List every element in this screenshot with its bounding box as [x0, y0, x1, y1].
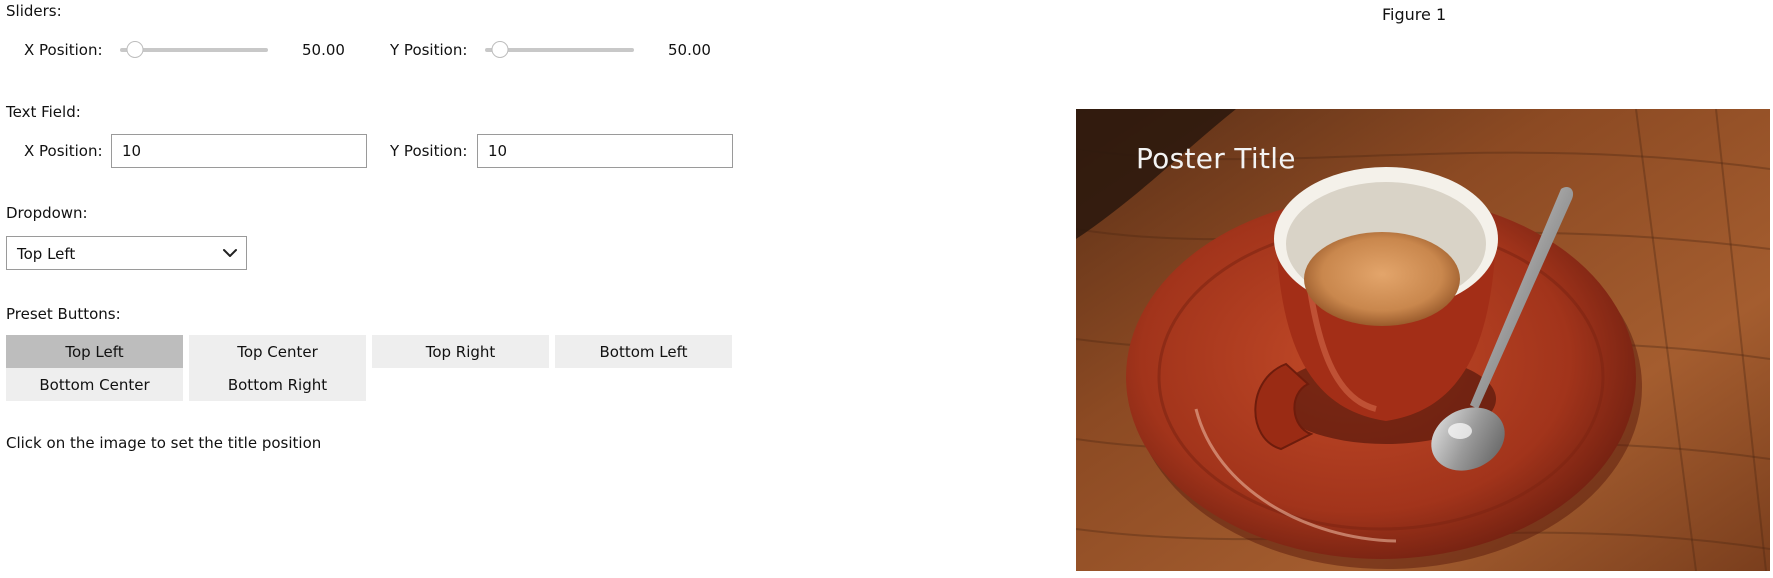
- slider-thumb[interactable]: [491, 41, 509, 58]
- poster-title-overlay[interactable]: Poster Title: [1136, 142, 1296, 175]
- sliders-section-label: Sliders:: [6, 2, 62, 20]
- text-field-section-label: Text Field:: [6, 103, 81, 121]
- text-y-label: Y Position:: [390, 142, 468, 160]
- text-x-label: X Position:: [24, 142, 103, 160]
- preset-top-right-button[interactable]: Top Right: [372, 335, 549, 368]
- poster-image[interactable]: [1076, 109, 1770, 571]
- slider-x-value: 50.00: [302, 41, 345, 59]
- position-dropdown[interactable]: Top Left: [6, 236, 247, 270]
- x-position-slider[interactable]: [120, 40, 268, 60]
- slider-y-label: Y Position:: [390, 41, 468, 59]
- hint-text: Click on the image to set the title posi…: [6, 434, 322, 452]
- preset-top-center-button[interactable]: Top Center: [189, 335, 366, 368]
- preset-section-label: Preset Buttons:: [6, 305, 121, 323]
- slider-x-label: X Position:: [24, 41, 103, 59]
- y-position-slider[interactable]: [485, 40, 634, 60]
- dropdown-section-label: Dropdown:: [6, 204, 88, 222]
- preset-bottom-right-button[interactable]: Bottom Right: [189, 368, 366, 401]
- preset-bottom-center-button[interactable]: Bottom Center: [6, 368, 183, 401]
- slider-thumb[interactable]: [126, 41, 144, 58]
- preset-bottom-left-button[interactable]: Bottom Left: [555, 335, 732, 368]
- chevron-down-icon: [223, 249, 237, 257]
- app-root: Sliders: X Position: 50.00 Y Position: 5…: [0, 0, 1773, 578]
- preset-top-left-button[interactable]: Top Left: [6, 335, 183, 368]
- figure-title: Figure 1: [1382, 5, 1447, 24]
- y-position-field[interactable]: [477, 134, 733, 168]
- x-position-field[interactable]: [111, 134, 367, 168]
- dropdown-selected-value: Top Left: [17, 245, 76, 263]
- slider-y-value: 50.00: [668, 41, 711, 59]
